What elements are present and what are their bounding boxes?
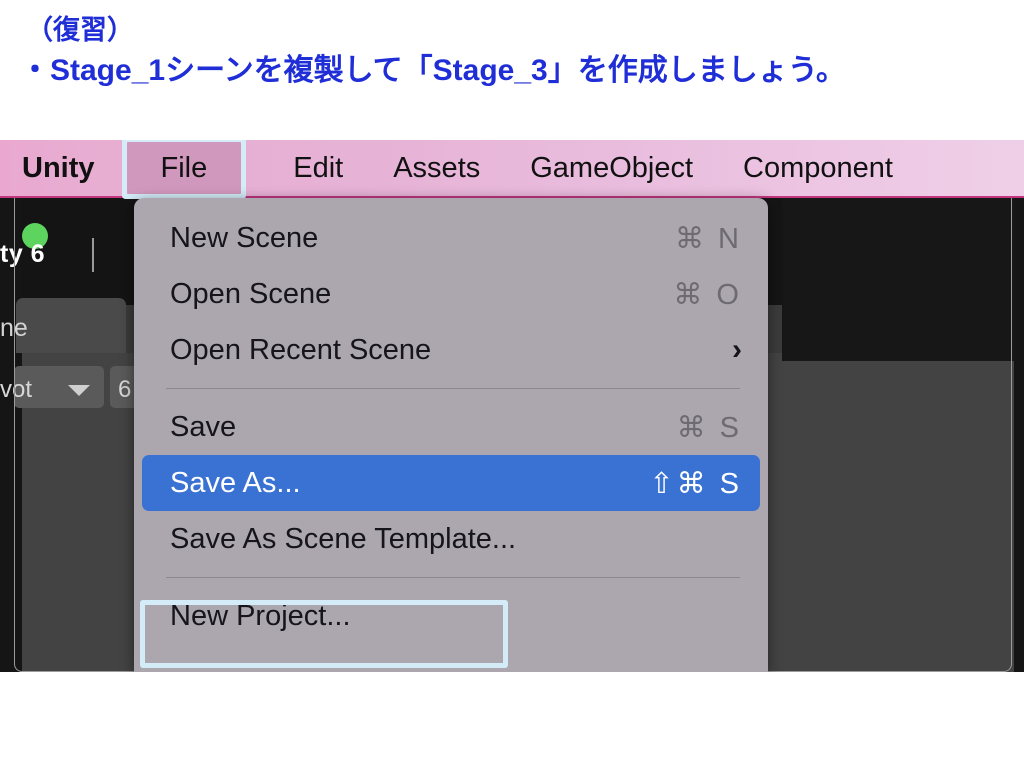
instruction-block: （復習） ・Stage_1シーンを複製して「Stage_3」を作成しましょう。 — [0, 0, 1024, 92]
menu-unity[interactable]: Unity — [22, 140, 95, 196]
instruction-line-review: （復習） — [26, 15, 134, 45]
pivot-dropdown-label: vot — [0, 376, 33, 403]
menu-separator — [166, 577, 740, 578]
menu-item-label: New Project... — [170, 599, 351, 632]
file-dropdown-menu: New Scene ⌘ N Open Scene ⌘ O Open Recent… — [134, 198, 768, 672]
menu-item-shortcut: ⌘ S — [676, 411, 742, 444]
menu-component[interactable]: Component — [743, 140, 893, 196]
menu-file[interactable]: File — [126, 142, 242, 194]
menu-item-save-as-scene-template[interactable]: Save As Scene Template... — [134, 511, 768, 567]
menu-item-save[interactable]: Save ⌘ S — [134, 399, 768, 455]
menu-bar: Unity File Edit Assets GameObject Compon… — [0, 140, 1024, 198]
menu-item-label: Save — [170, 410, 237, 443]
menu-item-shortcut: ⇧⌘ S — [649, 467, 742, 500]
menu-assets[interactable]: Assets — [393, 140, 480, 196]
menu-item-label: Open Scene — [170, 277, 332, 310]
menu-item-label: Save As... — [170, 466, 301, 499]
chevron-right-icon: › — [732, 333, 742, 366]
menu-item-new-scene[interactable]: New Scene ⌘ N — [134, 210, 768, 266]
menu-gameobject[interactable]: GameObject — [530, 140, 693, 196]
unity-editor-screenshot: ty 6 ne vot 6 Unity File Edit Assets Gam… — [0, 140, 1024, 672]
menu-item-shortcut: ⌘ O — [673, 278, 742, 311]
menu-item-label: New Scene — [170, 221, 319, 254]
toolbar-chip-label: 6 — [118, 376, 132, 403]
tab-scene[interactable] — [16, 298, 126, 353]
menu-item-label: Open Recent Scene — [170, 333, 432, 366]
menu-item-open-recent-scene[interactable]: Open Recent Scene › — [134, 322, 768, 378]
menu-item-label: Save As Scene Template... — [170, 522, 517, 555]
menu-separator — [166, 388, 740, 389]
menu-item-save-as[interactable]: Save As... ⇧⌘ S — [142, 455, 760, 511]
menu-item-open-scene[interactable]: Open Scene ⌘ O — [134, 266, 768, 322]
chevron-down-icon — [68, 385, 90, 396]
editor-right-top-panel — [782, 196, 1014, 361]
text-caret — [92, 238, 94, 272]
menu-item-shortcut: ⌘ N — [675, 222, 742, 255]
instruction-line-task: ・Stage_1シーンを複製して「Stage_3」を作成しましょう。 — [20, 54, 846, 87]
unity-version-label: ty 6 — [0, 240, 46, 268]
tab-scene-label: ne — [0, 314, 28, 342]
menu-edit[interactable]: Edit — [293, 140, 343, 196]
menu-item-new-project[interactable]: New Project... — [134, 588, 768, 644]
